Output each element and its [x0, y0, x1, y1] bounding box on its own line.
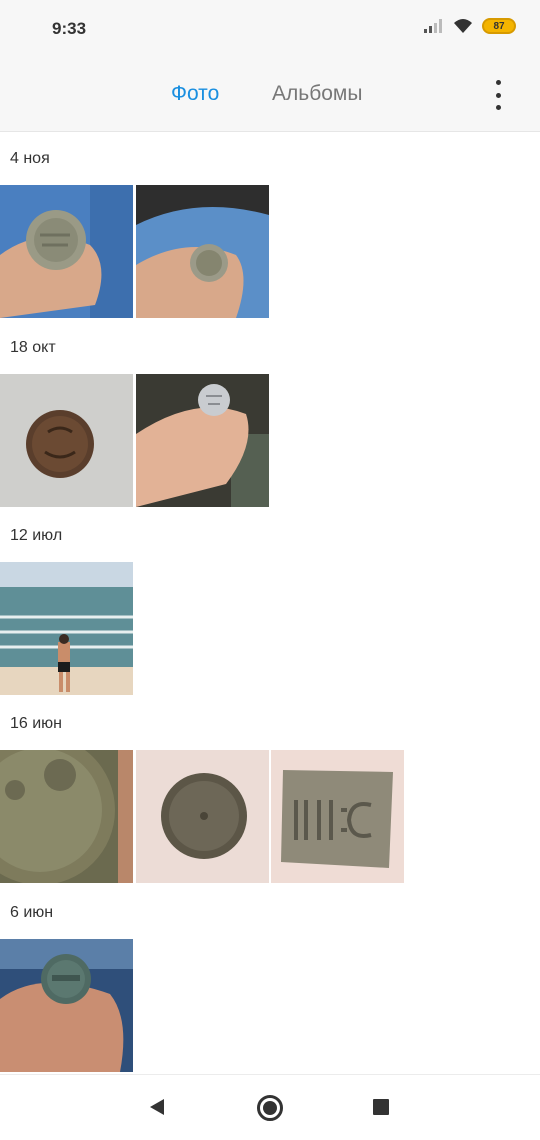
app-header: Фото Альбомы — [0, 58, 540, 132]
battery-level: 87 — [493, 20, 505, 32]
back-triangle-icon[interactable] — [148, 1098, 166, 1116]
date-header: 4 ноя — [10, 150, 50, 167]
signal-icon — [424, 19, 442, 33]
photo-thumbnail[interactable] — [0, 562, 133, 695]
date-header: 6 июн — [10, 904, 54, 921]
tab-photos[interactable]: Фото — [171, 82, 219, 106]
photo-thumbnail[interactable] — [0, 750, 133, 883]
date-header: 12 июл — [10, 527, 63, 544]
date-header: 16 июн — [10, 715, 63, 732]
recent-square-icon[interactable] — [373, 1099, 389, 1115]
tab-albums[interactable]: Альбомы — [272, 82, 362, 106]
photo-thumbnail[interactable] — [136, 374, 269, 507]
battery-icon: 87 — [482, 18, 516, 34]
photo-thumbnail[interactable] — [0, 939, 133, 1072]
photo-thumbnail[interactable] — [136, 750, 269, 883]
photo-thumbnail[interactable] — [0, 374, 133, 507]
status-time: 9:33 — [52, 19, 87, 38]
photo-grid[interactable]: 4 ноя 18 окт 12 июл 16 июн 6 июн — [0, 133, 540, 1073]
navigation-bar — [0, 1074, 540, 1140]
wifi-icon — [454, 19, 472, 33]
home-circle-icon[interactable] — [257, 1095, 283, 1121]
date-header: 18 окт — [10, 339, 56, 356]
status-icons: 87 — [424, 18, 516, 34]
more-vert-icon[interactable] — [490, 80, 506, 110]
photo-thumbnail[interactable] — [271, 750, 404, 883]
status-bar: 9:33 87 — [0, 0, 540, 58]
photo-thumbnail[interactable] — [0, 185, 133, 318]
photo-thumbnail[interactable] — [136, 185, 269, 318]
